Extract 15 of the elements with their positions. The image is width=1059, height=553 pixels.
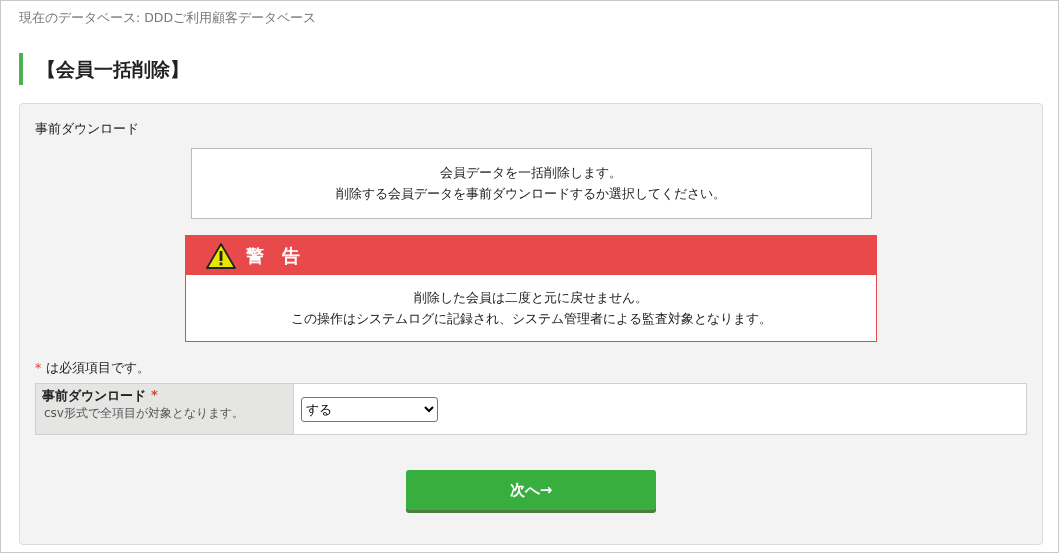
required-mark: *: [35, 359, 42, 377]
field-hint: csv形式で全項目が対象となります。: [43, 406, 245, 421]
warning-text: この操作はシステムログに記録され、システム管理者による監査対象となります。: [290, 309, 772, 328]
download-select[interactable]: する: [301, 396, 438, 422]
warning-title: 警 告: [246, 243, 300, 268]
info-text: 削除する会員データを事前ダウンロードするか選択してください。: [336, 185, 726, 203]
page-title: 【会員一括削除】: [19, 53, 1043, 85]
current-database-text: 現在のデータベース: DDDご利用顧客データベース: [19, 9, 318, 27]
field-label: 事前ダウンロード: [42, 387, 146, 405]
warning-icon: [206, 242, 236, 269]
info-text: 会員データを一括削除します。: [440, 164, 622, 182]
required-note: は必須項目です。: [46, 359, 151, 377]
warning-text: 削除した会員は二度と元に戻せません。: [414, 288, 648, 307]
required-mark: *: [151, 387, 158, 404]
panel-title: 事前ダウンロード: [35, 120, 140, 138]
